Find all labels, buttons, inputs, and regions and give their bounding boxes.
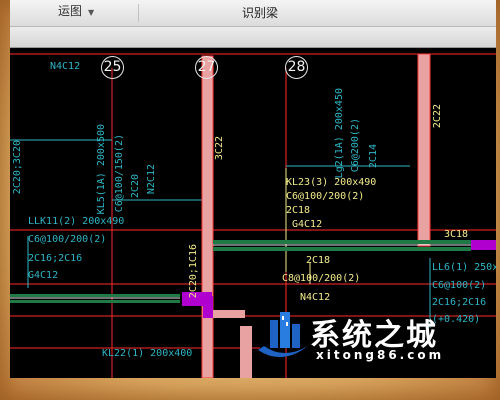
beam-green-left-top xyxy=(10,294,180,297)
beam-annotation: C6@100(2) xyxy=(432,280,487,291)
axis-bubble-25: 25 xyxy=(101,56,124,79)
beam-annotation: LL6(1) 250x xyxy=(432,262,496,273)
menu-bar: 运图 ▼ 识别梁 xyxy=(10,0,496,27)
axis-bubble-28: 28 xyxy=(285,56,308,79)
beam-annotation: C6@100/200(2) xyxy=(28,234,107,245)
beam-annotation: N4C12 xyxy=(300,292,331,303)
beam-annotation: LLK11(2) 200x490 xyxy=(28,216,125,227)
beam-annotation: 3C18 xyxy=(444,229,469,240)
column-right xyxy=(417,53,431,247)
junction-block xyxy=(203,296,213,318)
secondary-toolbar xyxy=(10,27,496,48)
beam-annotation: KL22(1) 200x400 xyxy=(102,348,193,359)
beam-green-top xyxy=(213,240,471,244)
chevron-down-icon: ▼ xyxy=(88,8,95,17)
menu-divider xyxy=(138,4,139,22)
beam-annotation: N4C12 xyxy=(50,61,81,72)
junction-block xyxy=(471,240,496,250)
column-lower xyxy=(240,326,252,378)
watermark-url: xitong86.com xyxy=(316,348,445,362)
beam-annotation: 2C20;3C20 xyxy=(12,140,23,195)
layer-dropdown-label: 运图 xyxy=(58,4,83,18)
beam-annotation: 2C14 xyxy=(368,144,379,169)
beam-annotation: C6@200(2) xyxy=(350,118,361,173)
identify-beam-command[interactable]: 识别梁 xyxy=(242,4,278,21)
beam-annotation: C6@100/150(2) xyxy=(114,134,125,213)
beam-annotation: 2C22 xyxy=(432,104,443,129)
beam-green-left-bottom xyxy=(10,300,180,303)
beam-annotation: KL23(3) 200x490 xyxy=(286,177,377,188)
column-annotation: 3C22 xyxy=(214,136,225,161)
column-annotation: 2C20;1C16 xyxy=(188,244,199,299)
column-27 xyxy=(201,55,214,378)
beam-annotation: N2C12 xyxy=(146,164,157,195)
beam-green-bottom xyxy=(213,247,471,251)
beam-annotation: G4C12 xyxy=(292,219,323,230)
axis-bubble-27: 27 xyxy=(195,56,218,79)
watermark: 系统之城 xitong86.com xyxy=(252,304,492,368)
city-logo-icon xyxy=(258,312,308,358)
beam-annotation: KL5(1A) 200x500 xyxy=(96,124,107,215)
beam-annotation: Lg2(1A) 200x450 xyxy=(334,88,345,179)
layer-dropdown[interactable]: 运图 ▼ xyxy=(58,2,94,19)
beam-annotation: 2C18 xyxy=(306,255,331,266)
beam-annotation: G4C12 xyxy=(28,270,59,281)
beam-annotation: 2C20 xyxy=(130,174,141,199)
beam-pink-stub xyxy=(213,310,245,318)
beam-annotation: C6@100/200(2) xyxy=(286,191,365,202)
beam-annotation: C8@100/200(2) xyxy=(282,273,361,284)
beam-annotation: 2C16;2C16 xyxy=(28,253,83,264)
beam-annotation: 2C18 xyxy=(286,205,311,216)
